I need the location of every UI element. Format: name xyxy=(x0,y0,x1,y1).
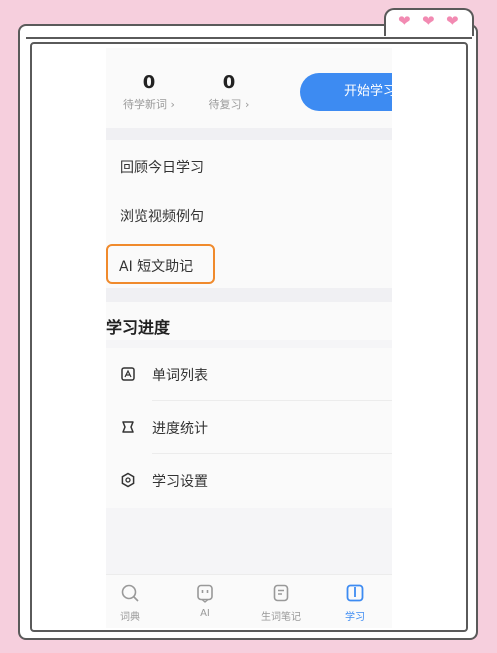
heart-icon: ❤ xyxy=(422,12,435,30)
progress-list: 单词列表 进度统计 学习设置 xyxy=(106,348,392,508)
nav-ai-label: AI xyxy=(200,608,210,619)
nav-ai[interactable]: AI xyxy=(175,581,235,619)
study-settings-label: 学习设置 xyxy=(152,474,208,490)
nav-notes[interactable]: 生词笔记 xyxy=(251,581,311,623)
study-icon xyxy=(325,581,385,605)
start-learning-button[interactable]: 开始学习 xyxy=(300,73,392,111)
section-divider xyxy=(106,128,392,140)
section-divider xyxy=(106,288,392,302)
new-words-count: 0 xyxy=(142,72,156,93)
progress-stats-label: 进度统计 xyxy=(152,421,208,437)
browse-video-examples-item[interactable]: 浏览视频例句 xyxy=(120,206,204,226)
study-summary-card: 0 待学新词 › 0 待复习 › 开始学习 xyxy=(106,48,392,128)
review-stat[interactable]: 0 待复习 › xyxy=(194,72,264,112)
notes-icon xyxy=(251,581,311,605)
review-label: 待复习 › xyxy=(208,98,250,111)
nav-dictionary-label: 词典 xyxy=(120,612,140,623)
progress-stats-row[interactable]: 进度统计 xyxy=(106,401,392,454)
review-count: 0 xyxy=(222,72,236,93)
review-today-item[interactable]: 回顾今日学习 xyxy=(120,157,204,177)
nav-dictionary[interactable]: 词典 xyxy=(106,581,160,623)
ai-short-text-item: AI 短文助记 xyxy=(119,259,194,275)
bottom-navigation: 词典 AI 生词笔记 学习 xyxy=(106,574,392,628)
heart-icon: ❤ xyxy=(446,12,459,30)
dictionary-icon xyxy=(106,581,160,605)
new-words-label: 待学新词 › xyxy=(123,98,175,111)
word-list-row[interactable]: 单词列表 xyxy=(106,348,392,401)
study-settings-row[interactable]: 学习设置 xyxy=(106,454,392,507)
decorative-frame-line xyxy=(26,37,472,39)
progress-section-title: 学习进度 xyxy=(106,318,171,337)
ai-icon xyxy=(175,581,235,605)
word-list-icon xyxy=(120,366,136,382)
review-list: 回顾今日学习 浏览视频例句 AI 短文助记 xyxy=(106,140,392,340)
word-list-label: 单词列表 xyxy=(152,368,208,384)
new-words-stat[interactable]: 0 待学新词 › xyxy=(114,72,184,112)
heart-icon: ❤ xyxy=(398,12,411,30)
nav-study-label: 学习 xyxy=(345,612,365,623)
settings-icon xyxy=(120,472,136,488)
ai-short-text-highlight[interactable]: AI 短文助记 xyxy=(106,244,215,284)
stats-icon xyxy=(120,419,136,435)
nav-study[interactable]: 学习 xyxy=(325,581,385,623)
nav-notes-label: 生词笔记 xyxy=(261,612,301,623)
app-screen: 0 待学新词 › 0 待复习 › 开始学习 回顾今日学习 浏览视频例句 AI 短… xyxy=(106,48,392,628)
